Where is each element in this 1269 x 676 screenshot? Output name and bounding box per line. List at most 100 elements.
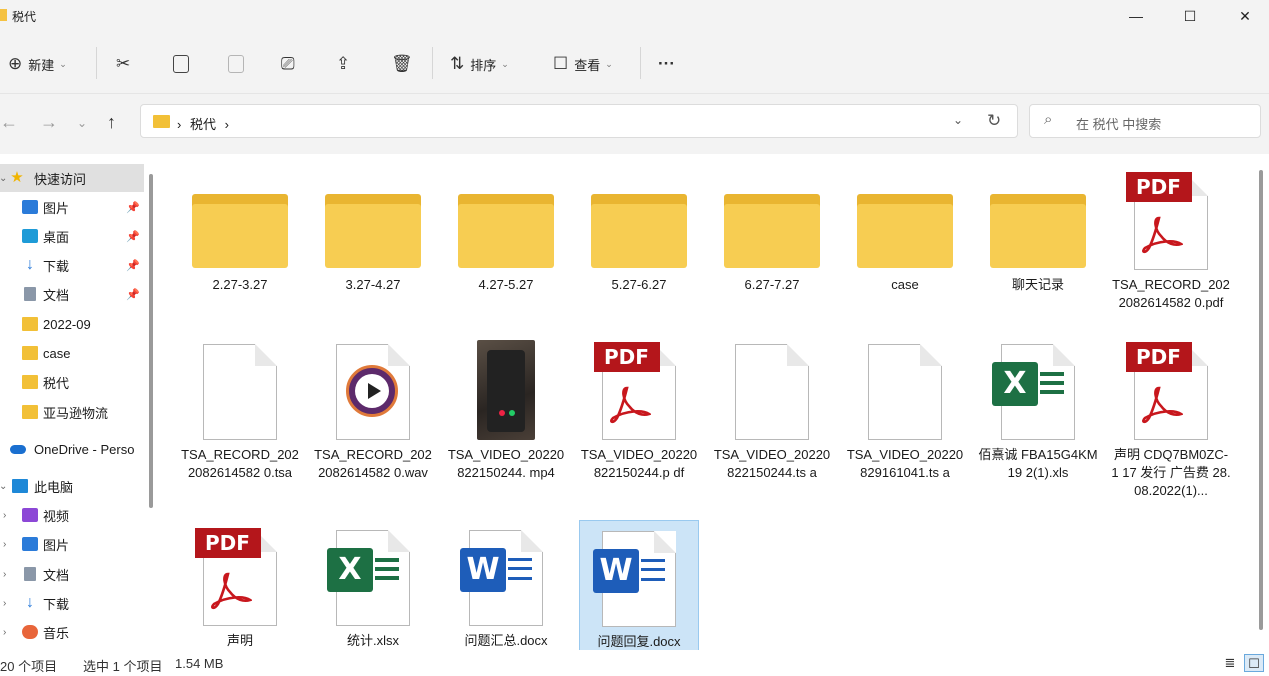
sidebar-item-label: 2022-09 — [43, 316, 91, 332]
sidebar-item-label: 文档 — [43, 567, 70, 583]
navigation-pane: ⌄ ★ 快速访问 图片 📌 桌面 📌 ↓ 下载 📌 文档 📌 2022-09 c… — [0, 154, 158, 650]
folder-thumbnail — [855, 170, 955, 272]
file-name: TSA_RECORD_2022082614582 0.pdf — [1112, 277, 1230, 310]
file-item[interactable]: X 佰熹诚 FBA15G4KM19 2(1).xls — [978, 340, 1098, 482]
search-box[interactable]: ⌕ 在 税代 中搜索 — [1029, 104, 1261, 138]
file-item[interactable]: PDF TSA_RECORD_2022082614582 0.pdf — [1111, 170, 1231, 312]
plus-circle-icon: ⊕ — [8, 54, 23, 73]
view-button[interactable]: ☐ 查看 ⌄ — [553, 50, 613, 78]
file-item[interactable]: TSA_VIDEO_20220829161041.ts a — [845, 340, 965, 482]
pin-icon: 📌 — [126, 230, 140, 243]
file-item[interactable]: W 问题汇总.docx — [446, 526, 566, 650]
window-title: 税代 — [12, 10, 37, 24]
sidebar-item-documents[interactable]: 文档 📌 — [0, 280, 144, 308]
large-icons-view-button[interactable]: ☐ — [1244, 654, 1264, 672]
sidebar-item-quick-access[interactable]: ⌄ ★ 快速访问 — [0, 164, 144, 192]
share-button[interactable]: ⇪ — [336, 50, 350, 78]
paste-button[interactable] — [228, 50, 244, 78]
minimize-button[interactable]: — — [1113, 0, 1159, 32]
file-name: 6.27-7.27 — [744, 277, 800, 292]
up-button[interactable]: ↑ — [107, 112, 116, 133]
folder-item[interactable]: 2.27-3.27 — [180, 170, 300, 294]
delete-button[interactable]: 🗑 — [391, 50, 413, 78]
sidebar-item-onedrive[interactable]: OneDrive - Perso — [0, 435, 144, 463]
more-options-button[interactable]: ··· — [658, 50, 675, 78]
maximize-button[interactable]: ☐ — [1167, 0, 1213, 32]
sidebar-item-tax[interactable]: 税代 — [0, 368, 144, 396]
computer-icon — [12, 479, 28, 493]
folder-item[interactable]: 4.27-5.27 — [446, 170, 566, 294]
pictures-icon — [22, 537, 38, 551]
back-button[interactable]: ← — [0, 112, 18, 133]
file-item[interactable]: W 问题回复.docx — [579, 520, 699, 650]
file-item[interactable]: PDF TSA_VIDEO_20220822150244.p df — [579, 340, 699, 482]
folder-icon — [0, 9, 7, 21]
folder-item[interactable]: 5.27-6.27 — [579, 170, 699, 294]
sidebar-item-case[interactable]: case — [0, 339, 144, 367]
sidebar-item-downloads-pc[interactable]: › ↓ 下载 — [0, 589, 144, 617]
sort-icon: ⇅ — [450, 54, 465, 73]
copy-button[interactable] — [173, 50, 189, 78]
sidebar-item-2022-09[interactable]: 2022-09 — [0, 310, 144, 338]
file-list: 2.27-3.27 3.27-4.27 4.27-5.27 5.27-6.27 6.27… — [158, 154, 1254, 650]
sidebar-item-music[interactable]: › 音乐 — [0, 618, 144, 646]
breadcrumb-item[interactable]: 税代 — [190, 117, 216, 132]
delete-icon: 🗑 — [391, 54, 413, 73]
folder-item[interactable]: 6.27-7.27 — [712, 170, 832, 294]
file-item[interactable]: TSA_RECORD_2022082614582 0.tsa — [180, 340, 300, 482]
content-scrollbar[interactable] — [1259, 170, 1263, 630]
sidebar-scrollbar[interactable] — [149, 174, 153, 508]
docx-thumbnail: W — [456, 526, 556, 628]
file-item[interactable]: TSA_VIDEO_20220822150244. mp4 — [446, 340, 566, 482]
folder-item[interactable]: 3.27-4.27 — [313, 170, 433, 294]
file-name: TSA_RECORD_2022082614582 0.wav — [314, 447, 432, 480]
folder-item[interactable]: case — [845, 170, 965, 294]
sidebar-item-downloads[interactable]: ↓ 下载 📌 — [0, 251, 144, 279]
chevron-right-icon: › — [3, 538, 7, 550]
sidebar-item-label: 下载 — [43, 258, 70, 274]
sidebar-item-amazon-fba[interactable]: 亚马逊物流 — [0, 398, 144, 426]
sidebar-item-label: OneDrive - Perso — [34, 441, 135, 457]
folder-thumbnail — [722, 170, 822, 272]
selection-size: 1.54 MB — [175, 656, 224, 671]
file-name: 2.27-3.27 — [212, 277, 268, 292]
address-bar[interactable]: › 税代 › ⌄ ↻ — [140, 104, 1018, 138]
new-button[interactable]: ⊕ 新建 ⌄ — [8, 50, 67, 78]
file-item[interactable]: TSA_VIDEO_20220822150244.ts a — [712, 340, 832, 482]
recent-locations-button[interactable]: ⌄ — [77, 116, 87, 130]
file-item[interactable]: TSA_RECORD_2022082614582 0.wav — [313, 340, 433, 482]
forward-button[interactable]: → — [40, 112, 58, 133]
page-fold — [1053, 344, 1075, 366]
file-item[interactable]: X 统计.xlsx — [313, 526, 433, 650]
copy-icon — [173, 55, 189, 73]
pin-icon: 📌 — [126, 259, 140, 272]
page-fold — [521, 530, 543, 552]
sidebar-item-videos[interactable]: › 视频 — [0, 501, 144, 529]
scissors-icon: ✂ — [116, 54, 131, 73]
chevron-down-icon: ⌄ — [501, 58, 509, 69]
folder-item[interactable]: 聊天记录 — [978, 170, 1098, 294]
sidebar-item-documents-pc[interactable]: › 文档 — [0, 560, 144, 588]
search-input[interactable]: 在 税代 中搜索 — [1076, 114, 1161, 133]
sidebar-item-pictures[interactable]: 图片 📌 — [0, 193, 144, 221]
file-name: TSA_VIDEO_20220822150244.ts a — [713, 447, 831, 480]
sidebar-item-desktop[interactable]: 桌面 📌 — [0, 222, 144, 250]
docx-thumbnail: W — [589, 527, 689, 629]
page-icon — [735, 344, 809, 440]
folder-thumbnail — [456, 170, 556, 272]
chevron-right-icon: › — [3, 626, 7, 638]
file-item[interactable]: PDF 声明 CDQ7BM0ZC-1 17 发行 广告费 28.08.2022(1… — [1111, 340, 1231, 500]
details-view-button[interactable]: ≣ — [1220, 654, 1240, 672]
sidebar-item-this-pc[interactable]: ⌄ 此电脑 — [0, 472, 144, 500]
address-dropdown-button[interactable]: ⌄ — [953, 113, 963, 127]
sort-button[interactable]: ⇅ 排序 ⌄ — [450, 50, 509, 78]
breadcrumb-separator: › — [224, 117, 229, 132]
refresh-button[interactable]: ↻ — [987, 111, 1001, 131]
sidebar-item-pictures-pc[interactable]: › 图片 — [0, 530, 144, 558]
rename-button[interactable]: ⎚ — [281, 50, 295, 78]
cut-button[interactable]: ✂ — [116, 50, 130, 78]
file-item[interactable]: PDF 声明 — [180, 526, 300, 650]
chevron-down-icon: ⌄ — [605, 58, 613, 69]
close-button[interactable]: ✕ — [1222, 0, 1268, 32]
pdf-badge: PDF — [195, 528, 261, 558]
